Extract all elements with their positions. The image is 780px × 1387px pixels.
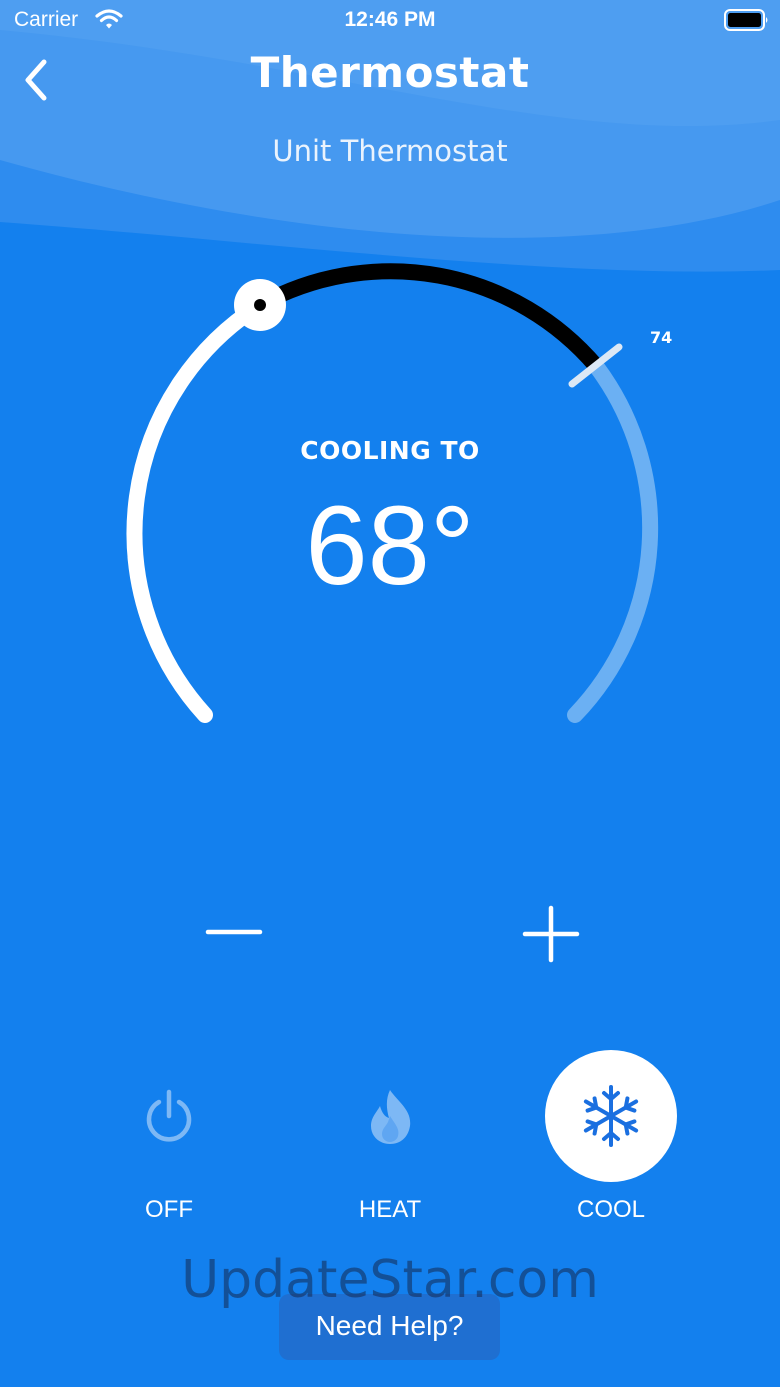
snowflake-icon bbox=[583, 1085, 639, 1147]
mode-cool-label: COOL bbox=[576, 1196, 645, 1223]
current-temp-label: 74 bbox=[650, 328, 673, 347]
mode-off-label: OFF bbox=[145, 1196, 193, 1223]
mode-off-circle bbox=[103, 1050, 235, 1182]
setpoint-knob[interactable] bbox=[234, 279, 286, 331]
temperature-dial[interactable] bbox=[0, 0, 780, 800]
dial-arc-active bbox=[256, 263, 603, 372]
power-icon bbox=[146, 1089, 192, 1142]
mode-off-button[interactable]: OFF bbox=[89, 1050, 249, 1230]
mode-heat-label: HEAT bbox=[358, 1196, 422, 1223]
increase-temp-button[interactable] bbox=[514, 898, 588, 970]
watermark: UpdateStar.com bbox=[181, 1250, 599, 1310]
minus-icon bbox=[205, 929, 263, 935]
plus-icon bbox=[522, 905, 580, 963]
mode-status-text: COOLING TO bbox=[300, 436, 480, 465]
mode-heat-button[interactable]: HEAT bbox=[310, 1050, 470, 1230]
decrease-temp-button[interactable] bbox=[196, 900, 272, 964]
mode-cool-button[interactable]: COOL bbox=[531, 1050, 691, 1230]
setpoint-temperature: 68° bbox=[305, 483, 475, 608]
need-help-label: Need Help? bbox=[315, 1310, 464, 1341]
flame-icon bbox=[371, 1090, 411, 1144]
mode-heat-circle bbox=[324, 1050, 456, 1182]
mode-cool-circle bbox=[545, 1050, 677, 1182]
